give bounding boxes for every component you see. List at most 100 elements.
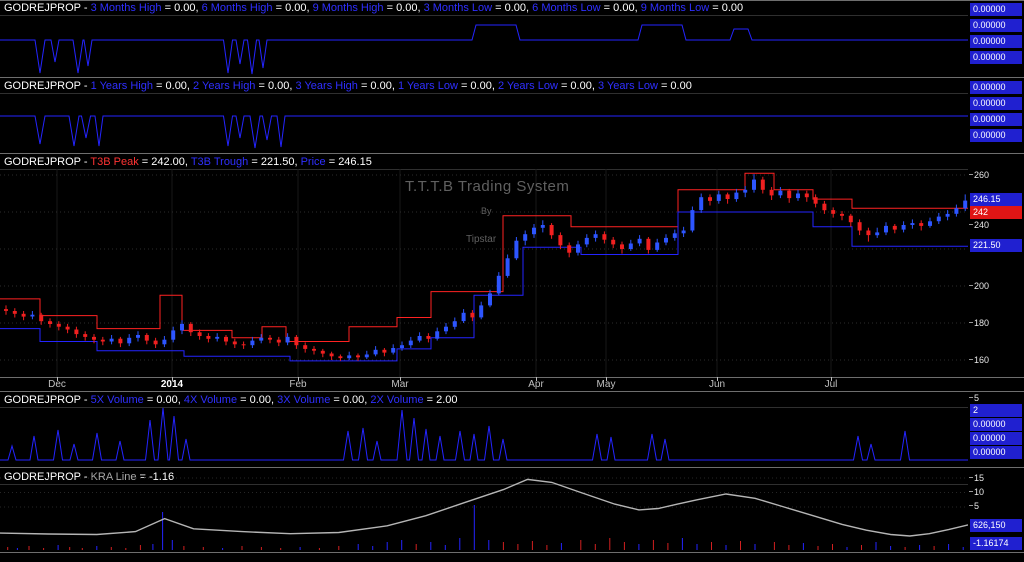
symbol-label: GODREJPROP <box>4 156 81 168</box>
series-label: 1 Years High <box>90 80 153 92</box>
header-separator: - <box>80 80 91 92</box>
axis-value-box: 0.00000 <box>970 3 1022 16</box>
watermark-author: Tipstar <box>466 234 497 245</box>
panel-separator <box>0 153 1024 154</box>
axis-value-box: 0.00000 <box>970 19 1022 32</box>
axis-value-box: 0.00000 <box>970 129 1022 142</box>
series-value: = 0.00 <box>709 2 744 14</box>
series-label: T3B Peak <box>90 156 139 168</box>
axis-label: 15 <box>974 473 985 483</box>
axis-tick <box>969 491 973 492</box>
series-label: 2X Volume <box>370 394 424 406</box>
axis-label: 5 <box>974 501 980 511</box>
axis-tick <box>969 397 973 398</box>
axis-tick <box>969 505 973 506</box>
series-label: 2 Years Low <box>497 80 558 92</box>
time-axis-label: Feb <box>289 379 307 390</box>
axis-value-box: 0.00000 <box>970 51 1022 64</box>
series-value: = 0.00, <box>255 80 296 92</box>
axis-value-box: 242 <box>970 206 1022 219</box>
series-label: Price <box>300 156 326 168</box>
series-label: 3X Volume <box>277 394 331 406</box>
time-axis-label: Dec <box>48 379 66 390</box>
watermark-title: T.T.T.B Trading System <box>405 178 570 195</box>
series-label: T3B Trough <box>190 156 249 168</box>
volume-spike-chart[interactable] <box>0 408 968 466</box>
watermark-by: By <box>481 206 492 216</box>
axis-label: 180 <box>974 318 990 328</box>
axis-label: 260 <box>974 170 990 180</box>
series-label: 3 Years Low <box>597 80 658 92</box>
time-axis-label: May <box>596 379 616 390</box>
axis-value-box: 246.15 <box>970 193 1022 206</box>
panel-separator <box>0 552 1024 553</box>
price-candlestick-chart[interactable] <box>0 169 968 377</box>
panel-separator <box>0 391 1024 392</box>
axis-value-box: 0.00000 <box>970 418 1022 431</box>
series-label: 3 Years High <box>295 80 358 92</box>
series-value: = 242.00, <box>138 156 191 168</box>
panel-header-price-t3b: GODREJPROP - T3B Peak = 242.00, T3B Trou… <box>4 156 372 169</box>
axis-value-box: 0.00000 <box>970 81 1022 94</box>
axis-tick <box>969 477 973 478</box>
axis-tick <box>969 285 973 286</box>
years-high-low-chart[interactable] <box>0 94 968 152</box>
time-axis[interactable]: Dec 2014 Feb Mar Apr May Jun Jul <box>0 377 968 391</box>
series-value: = 0.00, <box>237 394 278 406</box>
axis-label: 160 <box>974 355 990 365</box>
time-axis-label: Jun <box>708 379 726 390</box>
header-separator: - <box>80 394 91 406</box>
panel-header-months-high-low: GODREJPROP - 3 Months High = 0.00, 6 Mon… <box>4 2 743 15</box>
axis-label: 240 <box>974 220 990 230</box>
series-label: 9 Months Low <box>640 2 710 14</box>
series-label: 6 Months High <box>201 2 273 14</box>
series-value: = 0.00, <box>383 2 424 14</box>
trading-terminal: GODREJPROP - 3 Months High = 0.00, 6 Mon… <box>0 0 1024 562</box>
symbol-label: GODREJPROP <box>4 394 81 406</box>
series-value: = 0.00, <box>161 2 202 14</box>
symbol-label: GODREJPROP <box>4 80 81 92</box>
kra-line-chart[interactable] <box>0 469 968 552</box>
series-value: = 0.00, <box>272 2 313 14</box>
series-value: = 0.00, <box>357 80 398 92</box>
series-value: = 0.00, <box>152 80 194 92</box>
axis-value-box: -1.16174 <box>970 537 1022 550</box>
axis-value-box: 221.50 <box>970 239 1022 252</box>
series-label: 3 Months Low <box>423 2 493 14</box>
panel-separator <box>0 467 1024 468</box>
panel-separator <box>0 77 1024 78</box>
series-label: 4X Volume <box>183 394 238 406</box>
time-axis-label: Apr <box>528 379 544 390</box>
series-value: = 0.00, <box>457 80 498 92</box>
axis-value-box: 0.00000 <box>970 35 1022 48</box>
time-axis-label: Jul <box>824 379 838 390</box>
months-high-low-chart[interactable] <box>0 15 968 75</box>
series-label: 5X Volume <box>90 394 144 406</box>
axis-value-box: 0.00000 <box>970 432 1022 445</box>
series-value: = 0.00, <box>330 394 371 406</box>
series-label: 9 Months High <box>312 2 384 14</box>
series-value: = 0.00, <box>492 2 533 14</box>
axis-value-box: 626,150 <box>970 519 1022 532</box>
axis-value-box: 0.00000 <box>970 113 1022 126</box>
time-axis-label: Mar <box>391 379 409 390</box>
series-value: = 2.00 <box>423 394 458 406</box>
series-label: 6 Months Low <box>532 2 601 14</box>
panel-separator <box>0 0 1024 1</box>
series-value: = 0.00, <box>143 394 184 406</box>
series-label: 2 Years High <box>193 80 256 92</box>
axis-value-box: 0.00000 <box>970 97 1022 110</box>
panel-header-years-high-low: GODREJPROP - 1 Years High = 0.00, 2 Year… <box>4 80 692 93</box>
axis-tick <box>969 224 973 225</box>
series-value: = 0.00 <box>657 80 692 92</box>
series-value: = 0.00, <box>600 2 641 14</box>
axis-label: 5 <box>974 393 980 403</box>
axis-value-box: 2 <box>970 404 1022 417</box>
header-separator: - <box>80 156 91 168</box>
axis-tick <box>969 322 973 323</box>
series-value: = 246.15 <box>325 156 372 168</box>
panel-header-volume-multiples: GODREJPROP - 5X Volume = 0.00, 4X Volume… <box>4 394 458 407</box>
header-separator: - <box>80 2 91 14</box>
symbol-label: GODREJPROP <box>4 2 81 14</box>
series-value: = 0.00, <box>557 80 598 92</box>
